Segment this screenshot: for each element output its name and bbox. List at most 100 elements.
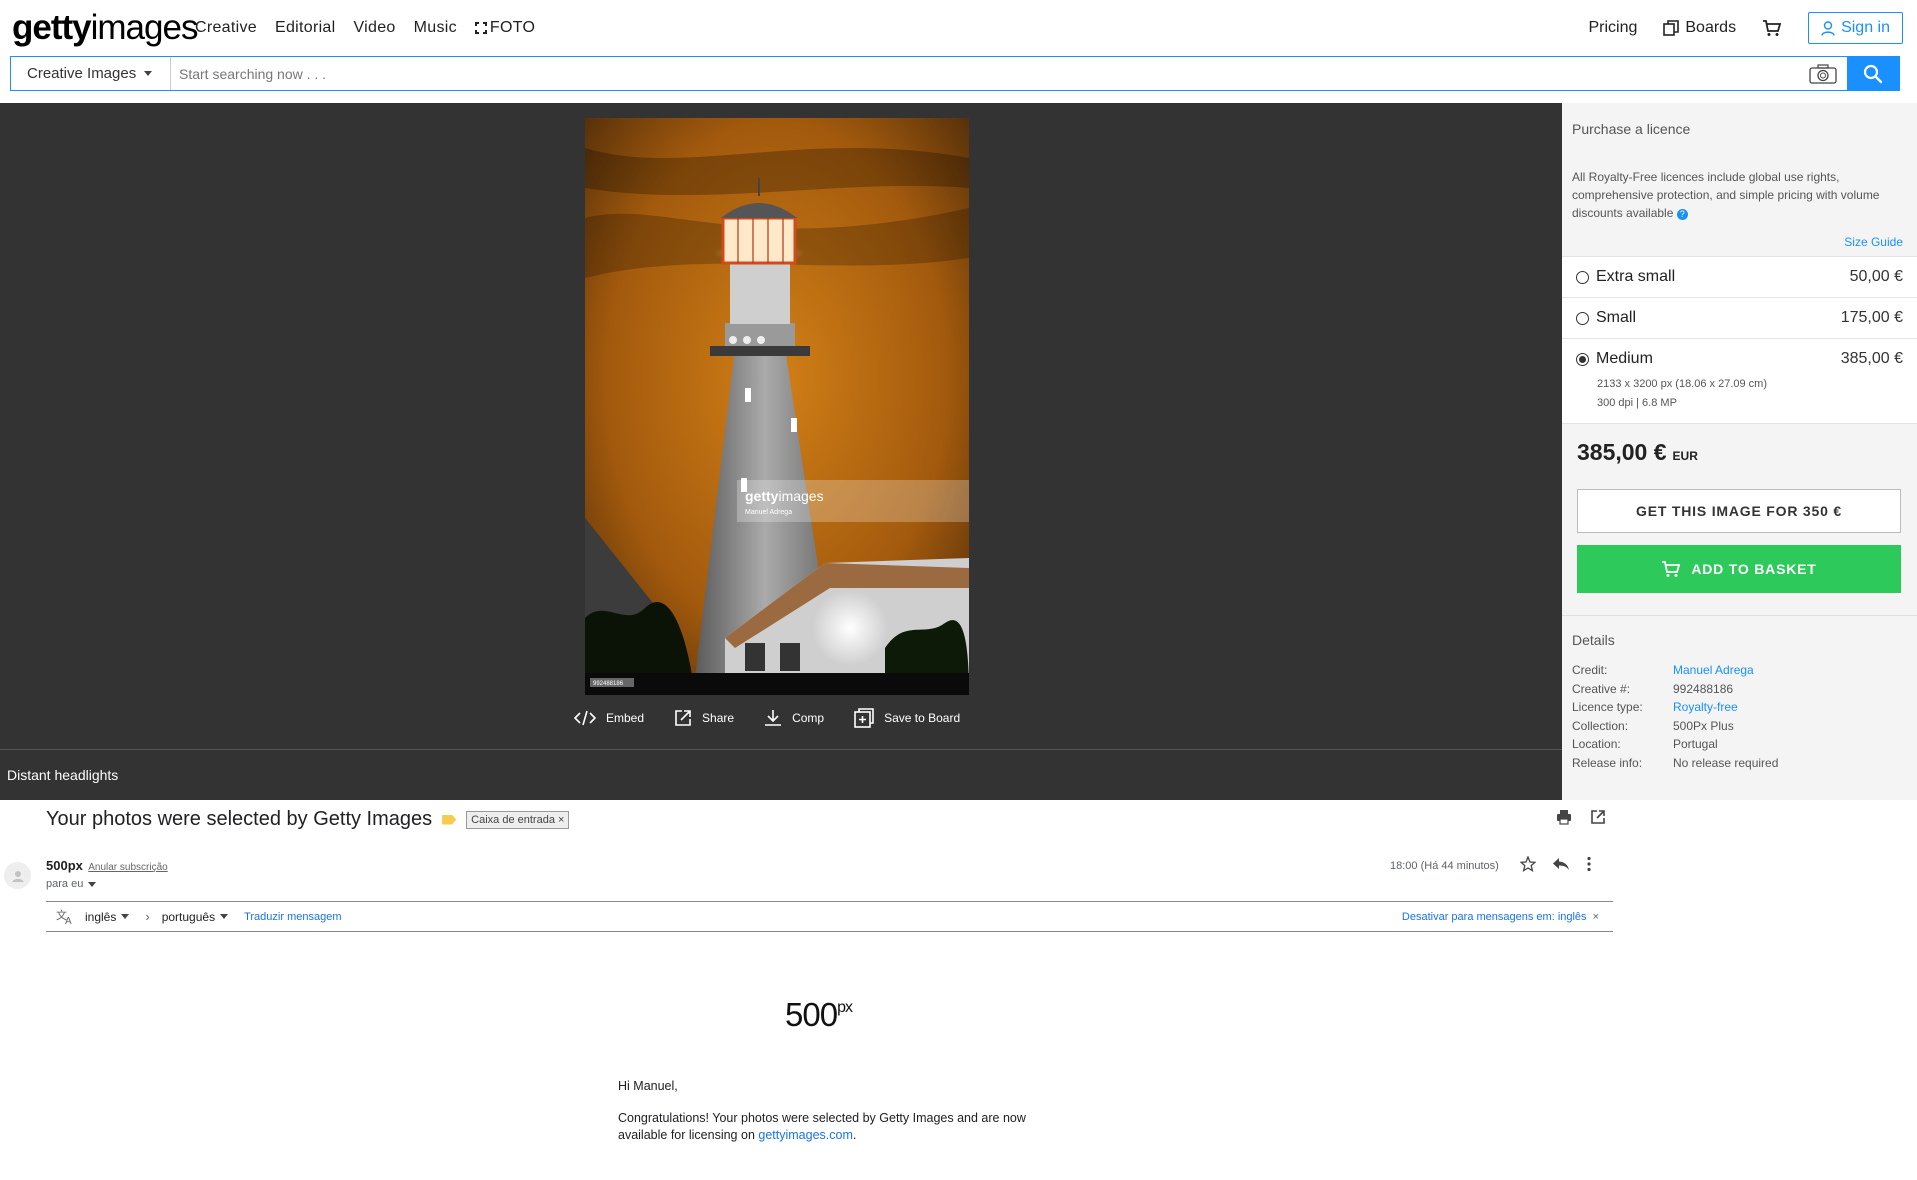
detail-row: Collection: 500Px Plus	[1572, 718, 1734, 733]
total-price: 385,00 € EUR	[1577, 439, 1698, 465]
translate-message-link[interactable]: Traduzir mensagem	[244, 911, 341, 923]
nav-creative[interactable]: Creative	[195, 19, 257, 37]
nav-editorial[interactable]: Editorial	[275, 19, 336, 37]
nav-boards[interactable]: Boards	[1663, 19, 1736, 37]
licence-type-link[interactable]: Royalty-free	[1673, 698, 1738, 717]
purchase-title: Purchase a licence	[1572, 121, 1691, 137]
watermark-light: images	[778, 488, 823, 504]
detail-row: Creative #: 992488186	[1572, 681, 1734, 696]
add-board-icon	[854, 708, 874, 728]
boards-icon	[1663, 20, 1680, 36]
search-category-dropdown[interactable]: Creative Images	[11, 57, 171, 90]
translate-icon: 文A	[56, 909, 72, 925]
search-bar: Creative Images	[10, 56, 1900, 91]
chevron-right-icon: ›	[145, 909, 150, 924]
caret-down-icon	[144, 71, 153, 76]
help-icon[interactable]: ?	[1676, 209, 1688, 220]
detail-row: Licence type: Royalty-free	[1572, 698, 1778, 717]
svg-text:gettyimages: gettyimages	[745, 488, 824, 504]
translate-to-dropdown[interactable]: português	[162, 910, 229, 924]
save-to-board-button[interactable]: Save to Board	[854, 708, 960, 728]
divider	[1562, 615, 1917, 616]
image-caption: Distant headlights	[7, 767, 119, 783]
nav-right: Pricing Boards Sign in	[1588, 12, 1903, 44]
download-icon	[765, 710, 782, 726]
image-viewer: gettyimages Manuel Adrega 992488186 Embe…	[0, 103, 1562, 800]
gettyimages-link[interactable]: gettyimages.com	[758, 1128, 852, 1142]
email-greeting: Hi Manuel,	[618, 1079, 678, 1093]
watermark-credit: Manuel Adrega	[745, 509, 792, 516]
share-button[interactable]: Share	[674, 709, 734, 727]
nav-foto[interactable]: FOTO	[474, 19, 535, 37]
image-actions: Embed Share Comp Save to Board	[574, 708, 960, 728]
credit-link[interactable]: Manuel Adrega	[1673, 661, 1754, 680]
share-icon	[675, 710, 691, 726]
sender-avatar	[4, 862, 31, 889]
image-id-tag: 992488186	[593, 681, 624, 687]
reply-icon[interactable]	[1552, 857, 1570, 871]
get-image-button[interactable]: GET THIS IMAGE FOR 350 €	[1577, 489, 1901, 533]
caret-down-icon	[220, 914, 229, 919]
comp-button[interactable]: Comp	[764, 709, 824, 727]
cart-icon	[1662, 561, 1681, 577]
nav-music[interactable]: Music	[414, 19, 457, 37]
star-icon[interactable]	[1520, 856, 1536, 872]
size-details: 2133 x 3200 px (18.06 x 27.09 cm) 300 dp…	[1597, 378, 1767, 409]
detail-row: Location: Portugal	[1572, 737, 1718, 751]
size-guide-link[interactable]: Size Guide	[1844, 235, 1903, 249]
nav-links: Creative Editorial Video Music FOTO	[195, 19, 535, 37]
email-timestamp: 18:00 (Há 44 minutos)	[1390, 860, 1499, 872]
user-icon	[1821, 20, 1835, 36]
search-button[interactable]	[1847, 57, 1899, 90]
cart-icon[interactable]	[1762, 19, 1782, 37]
code-icon	[574, 710, 596, 726]
person-icon	[12, 870, 23, 882]
translate-from-dropdown[interactable]: 文A inglês	[56, 909, 130, 925]
email-body: Hi Manuel, Congratulations! Your photos …	[618, 1078, 1068, 1159]
important-marker-icon[interactable]	[442, 814, 457, 825]
size-option-extra-small[interactable]: Extra small 50,00 €	[1562, 257, 1917, 298]
unsubscribe-link[interactable]: Anular subscrição	[88, 862, 167, 873]
radio-button[interactable]	[1576, 270, 1589, 284]
purchase-panel: Purchase a licence All Royalty-Free lice…	[1562, 103, 1917, 800]
camera-icon	[1809, 63, 1837, 84]
search-icon	[1863, 64, 1883, 83]
print-icon[interactable]	[1556, 809, 1572, 825]
details-list: Credit: Manuel Adrega Creative #: 99248818…	[1572, 661, 1778, 772]
nav-video[interactable]: Video	[354, 19, 396, 37]
translate-bar: 文A inglês › português Traduzir mensagem …	[46, 901, 1613, 932]
nav-pricing[interactable]: Pricing	[1588, 19, 1637, 37]
disable-translation-link[interactable]: Desativar para mensagens em: inglês	[1402, 911, 1587, 923]
radio-button[interactable]	[1576, 311, 1589, 325]
search-by-image-button[interactable]	[1799, 57, 1847, 90]
close-icon[interactable]: ×	[1593, 911, 1599, 923]
open-in-new-window-icon[interactable]	[1590, 809, 1606, 825]
sign-in-button[interactable]: Sign in	[1808, 12, 1903, 44]
inbox-label-chip[interactable]: Caixa de entrada ×	[466, 810, 570, 829]
email-subject: Your photos were selected by Getty Image…	[46, 808, 570, 831]
detail-row: Credit: Manuel Adrega	[1572, 661, 1778, 680]
search-input[interactable]	[171, 57, 1799, 90]
more-vertical-icon[interactable]	[1586, 856, 1592, 872]
radio-button-selected[interactable]	[1576, 352, 1589, 366]
getty-logo[interactable]: gettyimages	[12, 8, 198, 48]
detail-row: Release info: No release required	[1572, 755, 1779, 770]
sender-name: 500px Anular subscrição	[46, 858, 168, 873]
watermark-bold: getty	[745, 488, 779, 504]
divider	[0, 749, 1562, 750]
size-options: Extra small 50,00 € Small 175,00 € Mediu…	[1562, 256, 1917, 424]
size-option-small[interactable]: Small 175,00 €	[1562, 298, 1917, 339]
email-paragraph: Congratulations! Your photos were select…	[618, 1111, 1026, 1142]
email-top-actions	[1556, 809, 1606, 825]
licence-description: All Royalty-Free licences include global…	[1572, 170, 1880, 220]
add-to-basket-button[interactable]: ADD TO BASKET	[1577, 545, 1901, 593]
recipient-dropdown[interactable]: para eu	[46, 878, 97, 890]
embed-button[interactable]: Embed	[574, 710, 644, 726]
svg-text:A: A	[65, 916, 72, 925]
email-message-actions	[1520, 856, 1592, 872]
lighthouse-photo[interactable]: gettyimages Manuel Adrega 992488186	[585, 118, 969, 695]
size-option-medium[interactable]: Medium 385,00 € 2133 x 3200 px (18.06 x …	[1562, 339, 1917, 424]
details-title: Details	[1572, 632, 1615, 648]
caret-down-icon	[88, 881, 97, 887]
500px-logo: 500px	[785, 996, 853, 1033]
